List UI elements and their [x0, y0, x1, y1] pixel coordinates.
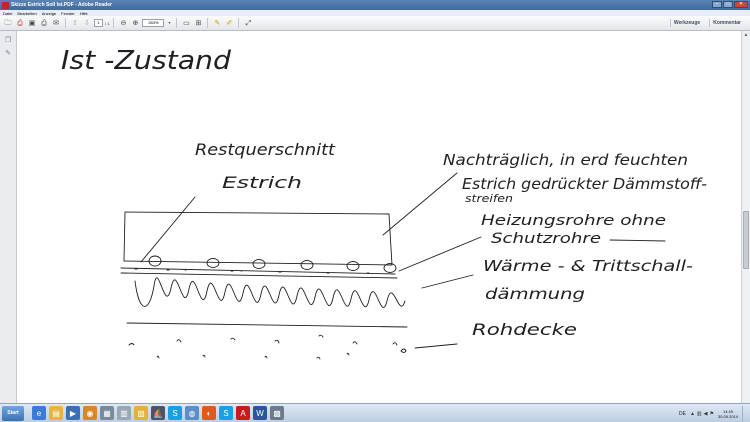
- label-nachtraeglich-1: Nachträglich, in erd feuchten: [443, 151, 688, 169]
- globe-icon[interactable]: ◍: [185, 406, 199, 420]
- title-bar: Skizze Estrich Soll Ist.PDF - Adobe Read…: [0, 0, 750, 10]
- menu-hilfe[interactable]: Hilfe: [80, 11, 88, 16]
- label-nachtraeglich-2: Estrich gedrückter Dämmstoff-: [462, 175, 707, 193]
- menu-anzeige[interactable]: Anzeige: [42, 11, 56, 16]
- page-total: / 1: [105, 20, 110, 26]
- menu-fenster[interactable]: Fenster: [61, 11, 75, 16]
- expand-icon[interactable]: ⤢: [243, 18, 253, 28]
- menu-bearbeiten[interactable]: Bearbeiten: [17, 11, 36, 16]
- leader-heizung: [398, 236, 482, 272]
- heading-ist-zustand: Ist -Zustand: [61, 46, 232, 76]
- zoom-out-icon[interactable]: ⊖: [118, 18, 128, 28]
- label-estrich: Estrich: [222, 173, 302, 192]
- label-heizung-1: Heizungsrohre ohne: [481, 213, 666, 229]
- window-title: Skizze Estrich Soll Ist.PDF - Adobe Read…: [11, 2, 112, 8]
- label-heizung-2: Schutzrohre: [491, 231, 601, 247]
- clock[interactable]: 14:45 30.05.2014: [718, 409, 738, 419]
- heating-layer-lines: [120, 267, 398, 279]
- estrich-slab-outline: [123, 211, 393, 266]
- toolbar-divider: [176, 18, 178, 28]
- underline-ohne: [609, 239, 666, 242]
- maximize-button[interactable]: □: [723, 1, 733, 8]
- start-button[interactable]: Start: [2, 405, 24, 421]
- taskbar: Start e ▤ ▶ ◉ ▦ ▥ ▧ ⛵ S ◍ ◐ S A W ▩ DE ▲…: [0, 403, 750, 422]
- close-button[interactable]: ✕: [734, 1, 748, 8]
- scroll-up-icon[interactable]: ▲: [742, 31, 750, 39]
- show-desktop-button[interactable]: [742, 406, 746, 422]
- language-indicator[interactable]: DE: [679, 411, 686, 417]
- leader-restquerschnitt: [140, 196, 196, 263]
- label-waerme-1: Wärme - & Trittschall-: [483, 257, 693, 275]
- volume-icon[interactable]: ◀: [704, 411, 708, 417]
- attachments-icon[interactable]: ✎: [4, 48, 13, 57]
- insulation-base-line: [126, 322, 408, 328]
- comment-button[interactable]: Kommentar: [709, 19, 744, 27]
- insulation-wave: [134, 277, 406, 308]
- scroll-thumb[interactable]: [743, 211, 749, 269]
- skype-icon[interactable]: S: [168, 406, 182, 420]
- tray-expand-icon[interactable]: ▲: [690, 411, 695, 417]
- leader-nachtraeglich: [382, 172, 458, 236]
- network-icon[interactable]: ▥: [697, 411, 702, 417]
- toolbar-divider: [207, 18, 209, 28]
- fit-page-icon[interactable]: ▭: [181, 18, 191, 28]
- firefox-browser-icon[interactable]: ◐: [202, 406, 216, 420]
- print-icon[interactable]: ⎙: [39, 18, 49, 28]
- toolbar: 🗀 ⎙ ▣ ⎙ ✉ ⇧ ⇩ 1 / 1 ⊖ ⊕ 283% ▾ ▭ ⊞ ✎ ✐ ⤢…: [0, 16, 750, 31]
- highlight-icon[interactable]: ✐: [224, 18, 234, 28]
- sketch-canvas: Ist -Zustand Restquerschnitt Estrich Nac…: [61, 46, 707, 360]
- menu-datei[interactable]: Datei: [3, 11, 12, 16]
- leader-waerme: [421, 274, 474, 289]
- word-icon[interactable]: W: [253, 406, 267, 420]
- internet-explorer-icon[interactable]: e: [32, 406, 46, 420]
- comment-icon[interactable]: ✎: [212, 18, 222, 28]
- adobe-reader-taskbar-icon[interactable]: A: [236, 406, 250, 420]
- label-restquerschnitt: Restquerschnitt: [195, 140, 336, 159]
- minimize-button[interactable]: –: [712, 1, 722, 8]
- file-explorer-icon[interactable]: ▤: [49, 406, 63, 420]
- calculator-icon[interactable]: ▩: [270, 406, 284, 420]
- flag-icon[interactable]: ⚑: [709, 411, 713, 417]
- zoom-level-input[interactable]: 283%: [142, 19, 165, 27]
- email-icon[interactable]: ✉: [51, 18, 61, 28]
- skype-chat-icon[interactable]: S: [219, 406, 233, 420]
- rohdecke-gravel: [128, 334, 407, 360]
- previous-page-icon[interactable]: ⇧: [70, 18, 80, 28]
- zoom-dropdown-icon[interactable]: ▾: [166, 18, 172, 28]
- save-icon[interactable]: ▣: [27, 18, 37, 28]
- navigation-pane: ❐ ✎: [0, 31, 17, 403]
- page-thumbnails-icon[interactable]: ❐: [4, 35, 13, 44]
- toolbar-divider: [65, 18, 66, 28]
- leader-rohdecke: [414, 343, 458, 349]
- label-rohdecke: Rohdecke: [472, 320, 577, 339]
- clock-date: 30.05.2014: [717, 414, 738, 419]
- next-page-icon[interactable]: ⇩: [82, 18, 92, 28]
- archive-icon[interactable]: ▧: [134, 406, 148, 420]
- sailboat-icon[interactable]: ⛵: [151, 406, 165, 420]
- vertical-scrollbar[interactable]: ▲: [741, 31, 750, 403]
- fit-width-icon[interactable]: ⊞: [193, 18, 203, 28]
- toolbar-divider: [238, 18, 240, 28]
- tools-button[interactable]: Werkzeuge: [669, 19, 703, 27]
- label-waerme-2: dämmung: [485, 285, 585, 303]
- system-tray: DE ▲ ▥ ◀ ⚑ 14:45 30.05.2014: [679, 406, 746, 422]
- adobe-reader-icon: [2, 1, 9, 9]
- media-player-icon[interactable]: ▶: [66, 406, 80, 420]
- document-folder-icon[interactable]: ▥: [117, 406, 131, 420]
- page-number-input[interactable]: 1: [94, 19, 103, 27]
- document-page[interactable]: Ist -Zustand Restquerschnitt Estrich Nac…: [17, 31, 741, 403]
- label-nachtraeglich-3: streifen: [465, 192, 513, 205]
- open-file-icon[interactable]: 🗀: [3, 18, 13, 28]
- network-folder-icon[interactable]: ▦: [100, 406, 114, 420]
- zoom-in-icon[interactable]: ⊕: [130, 18, 140, 28]
- create-pdf-icon[interactable]: ⎙: [15, 18, 25, 28]
- toolbar-divider: [113, 18, 115, 28]
- firefox-icon[interactable]: ◉: [83, 406, 97, 420]
